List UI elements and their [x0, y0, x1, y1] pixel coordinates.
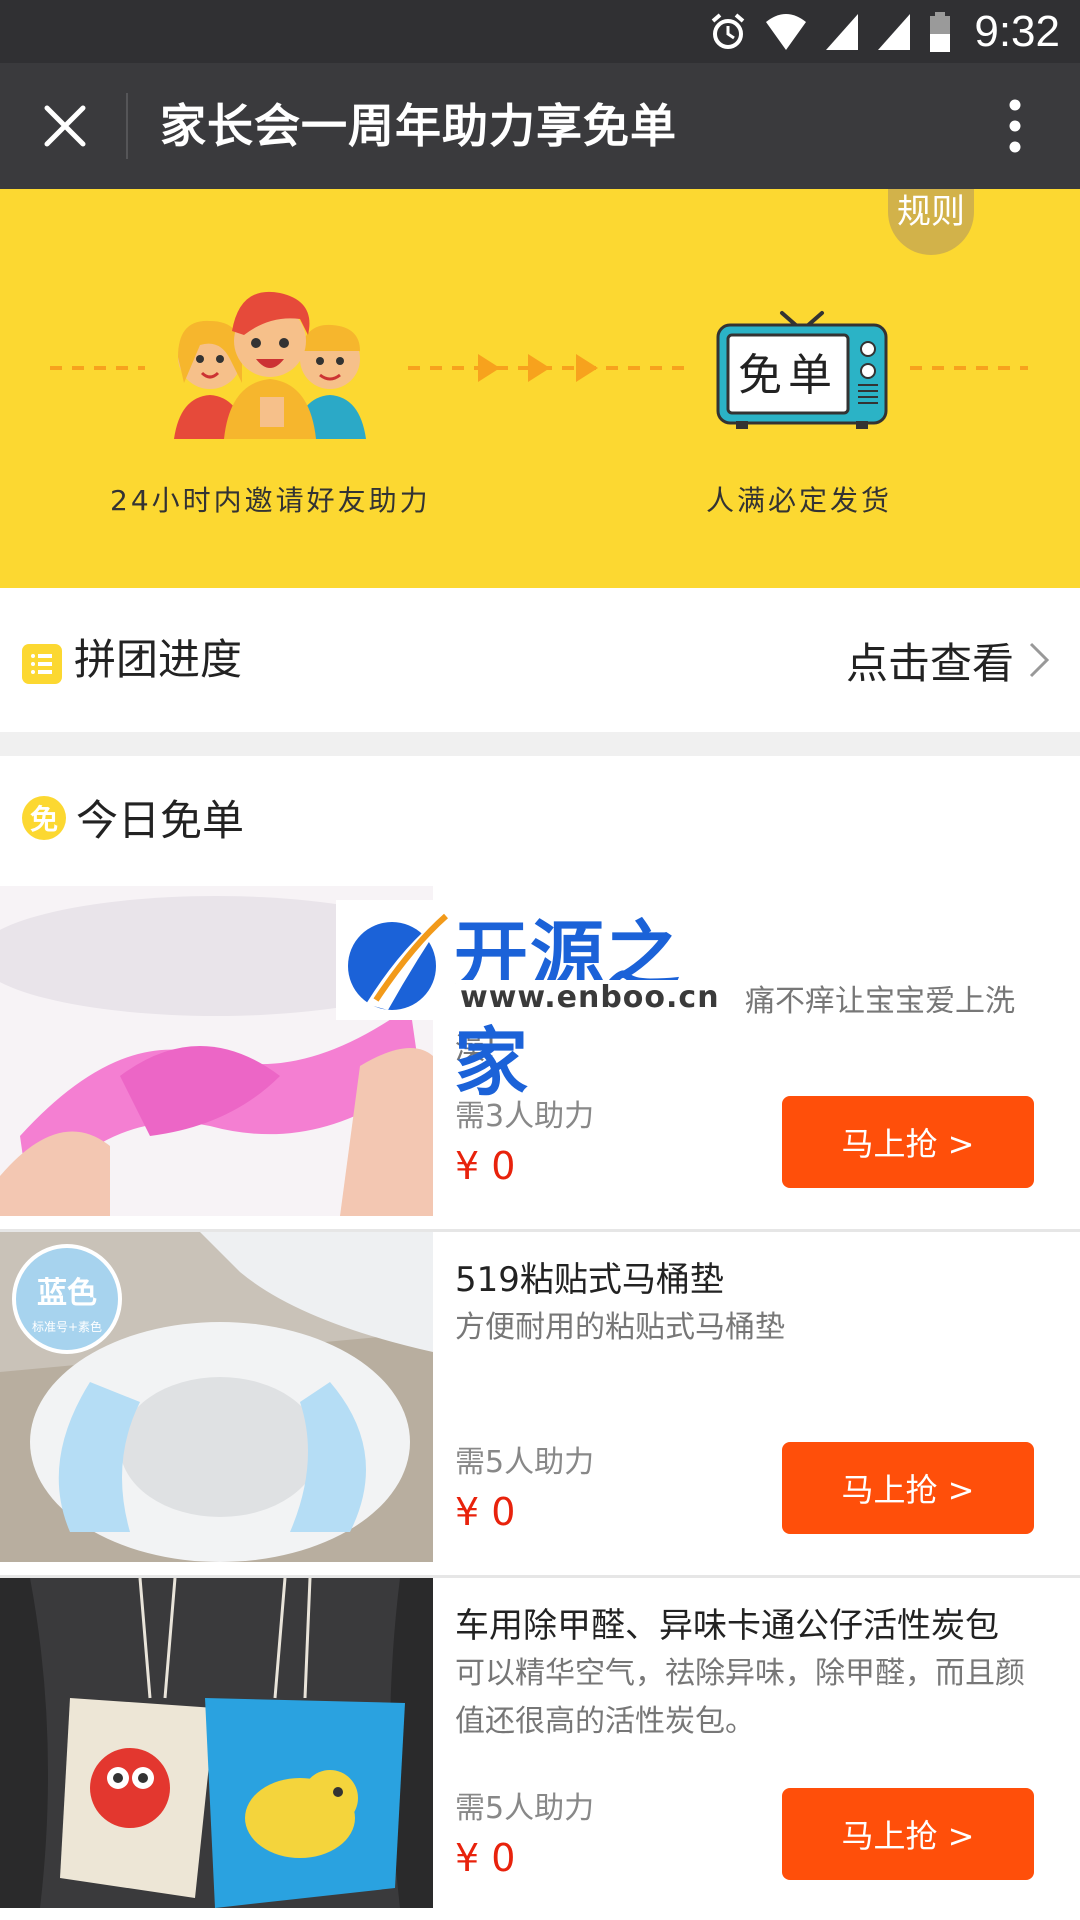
helpers-needed: 需5人助力: [455, 1445, 595, 1480]
product-price: ¥ 0: [455, 1836, 516, 1880]
product-description: 可以精华空气，祛除异味，除甲醛，而且颜值还很高的活性炭包。: [455, 1656, 1025, 1739]
wifi-icon: [766, 14, 807, 50]
step1-caption: 24小时内邀请好友助力: [110, 484, 431, 517]
today-free-header: 免 今日免单: [0, 756, 1080, 886]
title-bar: 家长会一周年助力享免单: [0, 63, 1080, 189]
status-icons: 9:32: [708, 7, 1060, 56]
product-price: ¥ 0: [455, 1490, 516, 1534]
arrow-icon: [478, 354, 500, 382]
signal-icon: [826, 14, 859, 50]
rules-button[interactable]: 规则: [888, 189, 974, 255]
helpers-needed: 需5人助力: [455, 1791, 595, 1826]
watermark-logo-icon: [336, 900, 456, 1020]
close-icon: [44, 105, 86, 147]
product-name: 519粘贴式马桶垫: [455, 1260, 724, 1300]
title-divider: [126, 93, 128, 159]
signal-icon: [878, 14, 911, 50]
color-badge-label: 蓝色: [37, 1276, 97, 1311]
promo-banner: 规则 免单 24小时内邀请好友助力 人满必定发货: [0, 189, 1080, 588]
more-options-button[interactable]: [978, 89, 1052, 163]
friends-illustration-icon: [174, 291, 366, 439]
product-image[interactable]: [0, 1578, 433, 1908]
color-badge: 蓝色 标准号+素色: [12, 1244, 122, 1354]
grab-now-button[interactable]: 马上抢 >: [782, 1096, 1034, 1188]
product-item[interactable]: 车用除甲醛、异味卡通公仔活性炭包 可以精华空气，祛除异味，除甲醛，而且颜值还很高…: [0, 1578, 1080, 1920]
grab-now-button[interactable]: 马上抢 >: [782, 1442, 1034, 1534]
arrow-icon: [576, 354, 598, 382]
dash-line-right: [910, 366, 1028, 370]
page-title: 家长会一周年助力享免单: [160, 99, 677, 153]
more-vertical-icon: [1009, 99, 1021, 153]
today-free-title: 今日免单: [76, 796, 245, 845]
free-badge-icon: 免: [22, 796, 66, 840]
product-name: 车用除甲醛、异味卡通公仔活性炭包: [455, 1606, 999, 1646]
arrow-icon: [528, 354, 550, 382]
close-button[interactable]: [28, 89, 102, 163]
alarm-icon: [712, 13, 745, 49]
watermark-url: www.enboo.cn: [456, 980, 724, 1015]
view-progress-link[interactable]: 点击查看: [846, 588, 1050, 732]
chevron-right-icon: [1029, 642, 1050, 678]
dash-line-left: [50, 366, 145, 370]
product-description: 方便耐用的粘贴式马桶垫: [455, 1310, 785, 1345]
product-image[interactable]: 蓝色 标准号+素色: [0, 1232, 433, 1562]
dash-line-middle: [408, 366, 693, 370]
grab-now-button[interactable]: 马上抢 >: [782, 1788, 1034, 1880]
product-item[interactable]: 蓝色 标准号+素色 519粘贴式马桶垫 方便耐用的粘贴式马桶垫 需5人助力 ¥ …: [0, 1232, 1080, 1578]
clock-time: 9:32: [974, 7, 1060, 56]
tv-text: 免单: [738, 350, 838, 401]
step2-caption: 人满必定发货: [706, 484, 893, 517]
progress-label: 拼团进度: [74, 635, 243, 684]
group-progress-row[interactable]: 拼团进度 点击查看: [0, 588, 1080, 732]
section-divider: [0, 732, 1080, 756]
product-price: ¥ 0: [455, 1144, 516, 1188]
list-icon: [22, 644, 62, 684]
watermark: 开源之家 www.enboo.cn: [336, 900, 746, 1106]
view-progress-text: 点击查看: [845, 638, 1014, 688]
color-badge-sub: 标准号+素色: [31, 1320, 103, 1334]
battery-icon: [930, 12, 951, 52]
status-bar: 9:32: [0, 0, 1080, 63]
